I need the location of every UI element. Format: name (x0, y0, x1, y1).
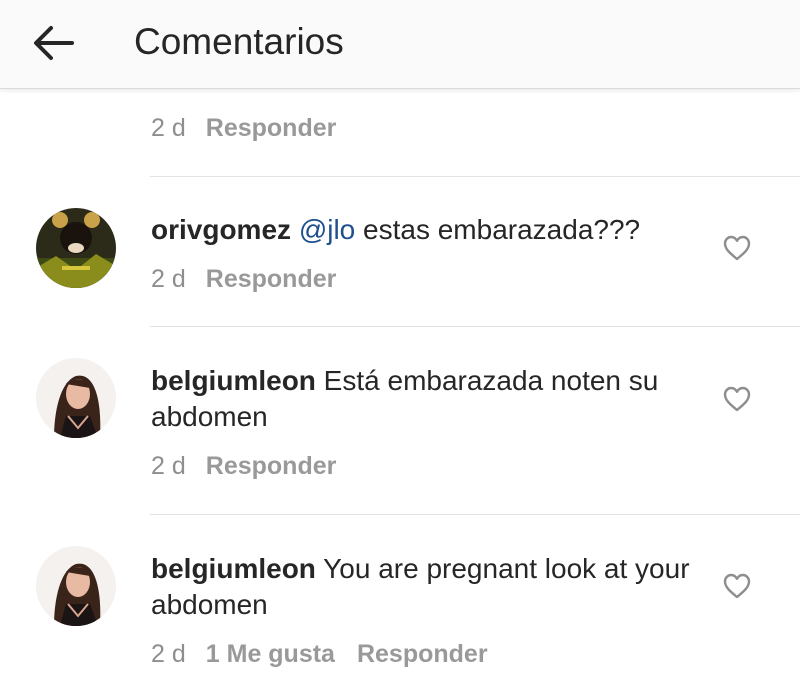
page-title: Comentarios (134, 21, 344, 62)
comment-username[interactable]: belgiumleon (151, 553, 316, 584)
comment-body: estas embarazada??? (355, 214, 641, 245)
comment-time: 2 d (151, 452, 186, 480)
comment-meta: 2 d Responder (151, 451, 336, 481)
comment-meta: 2 d Responder (151, 264, 336, 294)
comment-divider (150, 326, 800, 327)
back-arrow-icon[interactable] (32, 24, 74, 62)
avatar[interactable] (36, 546, 116, 626)
reply-button[interactable]: Responder (357, 640, 488, 668)
avatar[interactable] (36, 358, 116, 438)
top-bar: Comentarios (0, 0, 800, 89)
comment-meta: 2 d Responder (151, 113, 336, 143)
heart-outline-icon[interactable] (722, 572, 752, 600)
comment-time: 2 d (151, 114, 186, 142)
comment-divider (150, 176, 800, 177)
heart-outline-icon[interactable] (722, 385, 752, 413)
comment-username[interactable]: belgiumleon (151, 365, 316, 396)
comment-meta: 2 d 1 Me gusta Responder (151, 639, 488, 669)
comment-divider (150, 514, 800, 515)
reply-button[interactable]: Responder (206, 452, 337, 480)
comment-text: belgiumleon Está embarazada noten su abd… (151, 363, 691, 435)
comment-text: belgiumleon You are pregnant look at you… (151, 551, 691, 623)
reply-button[interactable]: Responder (206, 114, 337, 142)
comment-username[interactable]: orivgomez (151, 214, 291, 245)
heart-outline-icon[interactable] (722, 234, 752, 262)
likes-count[interactable]: 1 Me gusta (206, 640, 335, 668)
comment-text: orivgomez @jlo estas embarazada??? (151, 212, 691, 248)
comment-time: 2 d (151, 640, 186, 668)
comment-time: 2 d (151, 265, 186, 293)
avatar[interactable] (36, 208, 116, 288)
reply-button[interactable]: Responder (206, 265, 337, 293)
mention-link[interactable]: @jlo (299, 214, 355, 245)
